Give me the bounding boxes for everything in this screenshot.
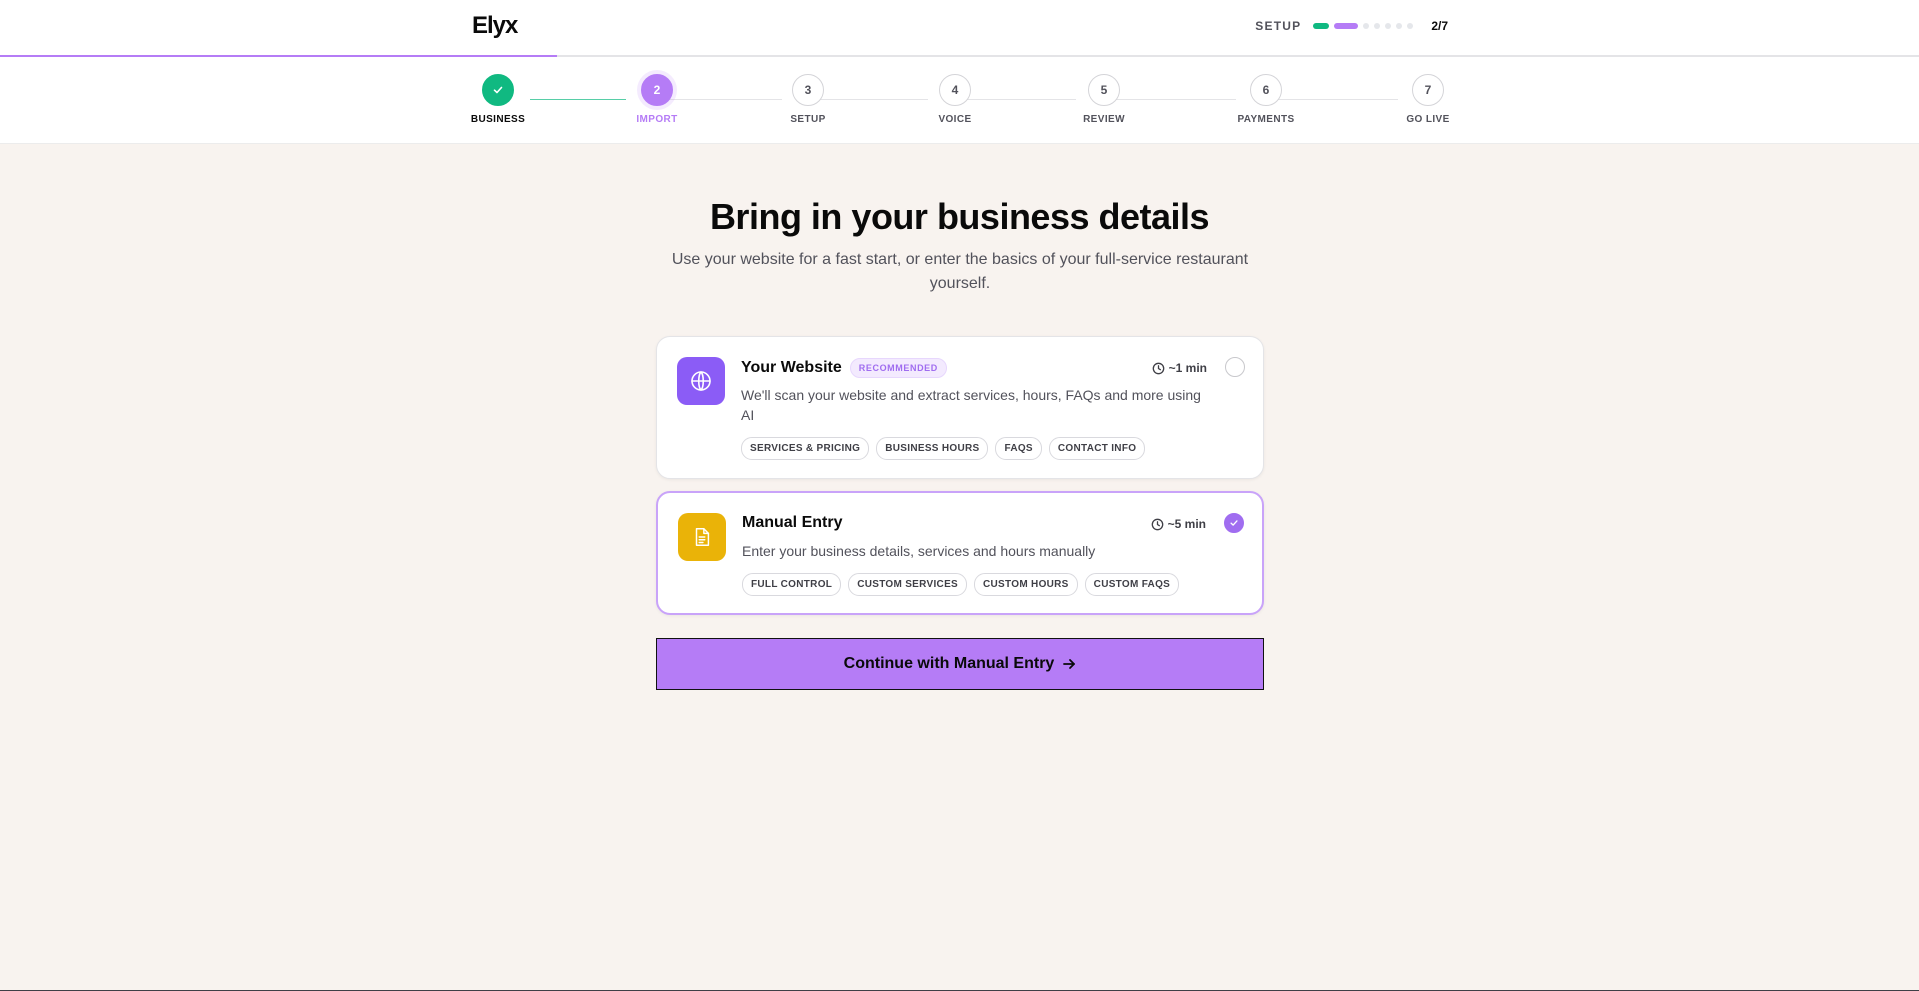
step-label-voice: VOICE [938, 114, 972, 125]
top-bar: Elyx SETUP 2/7 [0, 0, 1919, 57]
continue-button[interactable]: Continue with Manual Entry [656, 638, 1264, 690]
arrow-right-icon [1063, 659, 1076, 669]
website-time-estimate: ~1 min [1152, 361, 1207, 375]
website-title-row: Your Website RECOMMENDED [741, 358, 947, 378]
chip-services-pricing: SERVICES & PRICING [741, 437, 870, 460]
chip-custom-faqs: CUSTOM FAQS [1084, 573, 1180, 596]
step-circle-business [482, 74, 514, 106]
step-business[interactable]: BUSINESS [458, 74, 538, 125]
chip-contact-info: CONTACT INFO [1048, 437, 1146, 460]
progress-segment-1 [1313, 23, 1330, 29]
document-icon [695, 528, 710, 546]
step-circle-review: 5 [1088, 74, 1120, 106]
progress-segment-4 [1374, 23, 1381, 29]
step-label-review: REVIEW [1083, 114, 1125, 125]
website-chips: SERVICES & PRICING BUSINESS HOURS FAQS C… [741, 437, 1146, 460]
manual-time-text: ~5 min [1167, 517, 1206, 531]
progress-segments [1313, 23, 1414, 29]
step-go-live[interactable]: 7 GO LIVE [1388, 74, 1468, 125]
step-label-go-live: GO LIVE [1406, 114, 1450, 125]
step-label-payments: PAYMENTS [1237, 114, 1295, 125]
step-label-import: IMPORT [636, 114, 678, 125]
progress-segment-3 [1363, 23, 1370, 29]
step-circle-setup: 3 [792, 74, 824, 106]
chip-full-control: FULL CONTROL [742, 573, 842, 596]
website-time-text: ~1 min [1168, 361, 1207, 375]
option-card-manual[interactable]: Manual Entry ~5 min Enter your business … [656, 491, 1264, 615]
step-setup[interactable]: 3 SETUP [768, 74, 848, 125]
step-circle-import: 2 [641, 74, 673, 106]
chip-custom-hours: CUSTOM HOURS [974, 573, 1078, 596]
step-count: 2/7 [1431, 19, 1448, 33]
globe-icon [691, 371, 711, 391]
step-circle-voice: 4 [939, 74, 971, 106]
step-voice[interactable]: 4 VOICE [915, 74, 995, 125]
check-icon [493, 86, 503, 94]
recommended-badge: RECOMMENDED [849, 358, 947, 378]
stepper-bar: BUSINESS 2 IMPORT 3 SETUP 4 VOICE 5 REVI… [0, 57, 1919, 144]
step-circle-payments: 6 [1250, 74, 1282, 106]
progress-segment-2 [1334, 23, 1359, 29]
progress-segment-6 [1396, 23, 1403, 29]
page-subtitle: Use your website for a fast start, or en… [671, 251, 1249, 292]
continue-button-label: Continue with Manual Entry [843, 655, 1055, 672]
step-label-business: BUSINESS [470, 114, 526, 125]
chip-custom-services: CUSTOM SERVICES [848, 573, 968, 596]
manual-radio[interactable] [1224, 513, 1244, 533]
chip-business-hours: BUSINESS HOURS [876, 437, 989, 460]
option-card-website[interactable]: Your Website RECOMMENDED ~1 min We'll sc… [656, 336, 1264, 479]
manual-title: Manual Entry [742, 514, 843, 531]
step-review[interactable]: 5 REVIEW [1064, 74, 1144, 125]
manual-title-row: Manual Entry [742, 514, 842, 532]
manual-time-estimate: ~5 min [1151, 517, 1206, 531]
chip-faqs: FAQS [995, 437, 1042, 460]
progress-segment-7 [1407, 23, 1414, 29]
website-title: Your Website [741, 359, 842, 376]
clock-icon [1151, 518, 1163, 530]
logo[interactable]: Elyx [472, 12, 518, 40]
setup-progress-indicator: SETUP 2/7 [1255, 19, 1448, 33]
step-label-setup: SETUP [790, 114, 826, 125]
manual-description: Enter your business details, services an… [742, 543, 1096, 559]
website-description: We'll scan your website and extract serv… [741, 387, 1201, 423]
setup-label: SETUP [1255, 19, 1302, 33]
step-import[interactable]: 2 IMPORT [617, 74, 697, 125]
manual-icon-tile [678, 513, 726, 561]
manual-chips: FULL CONTROL CUSTOM SERVICES CUSTOM HOUR… [742, 573, 1180, 596]
website-radio[interactable] [1225, 357, 1245, 377]
progress-segment-5 [1385, 23, 1392, 29]
step-connector-1 [530, 99, 626, 100]
check-icon [1230, 520, 1238, 526]
step-circle-go-live: 7 [1412, 74, 1444, 106]
stepper: BUSINESS 2 IMPORT 3 SETUP 4 VOICE 5 REVI… [471, 74, 1449, 134]
clock-icon [1152, 362, 1164, 374]
page-title: Bring in your business details [709, 196, 1210, 237]
step-payments[interactable]: 6 PAYMENTS [1226, 74, 1306, 125]
website-icon-tile [677, 357, 725, 405]
